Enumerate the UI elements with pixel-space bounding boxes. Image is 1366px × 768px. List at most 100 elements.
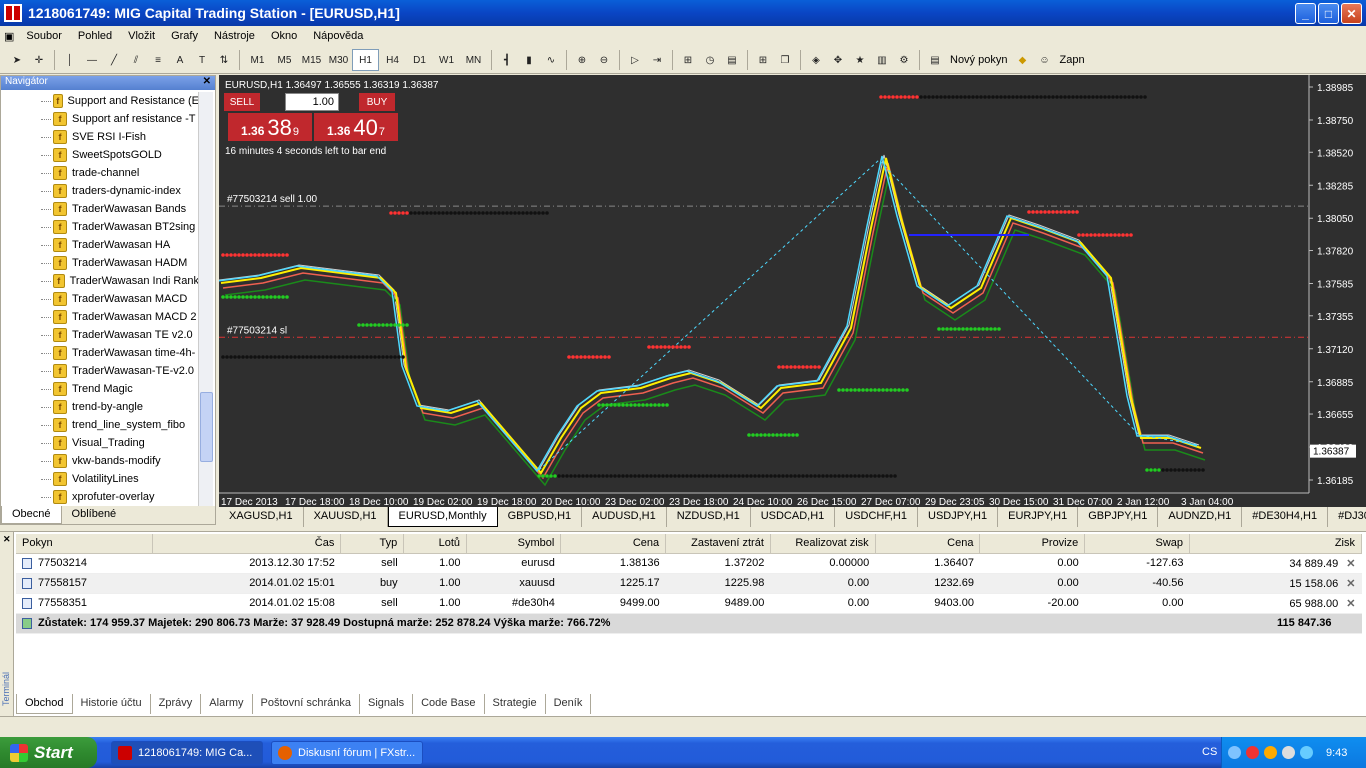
navigator-item[interactable]: f trend_line_system_fibo xyxy=(1,416,199,434)
horizontal-line-icon[interactable]: — xyxy=(81,49,103,71)
sell-button[interactable]: SELL xyxy=(224,93,260,111)
indicators-icon[interactable]: ⊞ xyxy=(677,49,699,71)
language-indicator[interactable]: CS xyxy=(1202,746,1217,758)
terminal-tab[interactable]: Deník xyxy=(546,694,592,714)
chart-tab[interactable]: XAGUSD,H1 xyxy=(219,507,304,527)
tray-network-icon[interactable] xyxy=(1282,746,1295,759)
chart-tab[interactable]: #DE30H4,H1 xyxy=(1242,507,1329,527)
navigator-item[interactable]: f Visual_Trading xyxy=(1,434,199,452)
tf-h4[interactable]: H4 xyxy=(379,49,406,71)
column-header[interactable]: Typ xyxy=(340,534,405,554)
data-window-icon[interactable]: ✥ xyxy=(827,49,849,71)
buy-button[interactable]: BUY xyxy=(359,93,395,111)
tray-volume-icon[interactable] xyxy=(1300,746,1313,759)
trendline-icon[interactable]: ╱ xyxy=(103,49,125,71)
terminal-tab[interactable]: Strategie xyxy=(485,694,546,714)
tf-m30[interactable]: M30 xyxy=(325,49,352,71)
start-button[interactable]: Start xyxy=(0,737,97,768)
navigator-item[interactable]: f TraderWawasan HA xyxy=(1,236,199,254)
column-header[interactable]: Cena xyxy=(875,534,981,554)
tf-m1[interactable]: M1 xyxy=(244,49,271,71)
menu-pohled[interactable]: Pohled xyxy=(70,30,120,42)
chart-tab[interactable]: USDCAD,H1 xyxy=(751,507,836,527)
menu-grafy[interactable]: Grafy xyxy=(163,30,206,42)
tf-w1[interactable]: W1 xyxy=(433,49,460,71)
autoscroll-icon[interactable]: ▷ xyxy=(624,49,646,71)
navigator-item[interactable]: f TraderWawasan Indi Rank xyxy=(1,272,199,290)
shapes-icon[interactable]: ⇅ xyxy=(213,49,235,71)
navigator-item[interactable]: f Support anf resistance -T xyxy=(1,110,199,128)
ask-price[interactable]: 1.36 40 7 xyxy=(314,113,398,141)
navigator-item[interactable]: f VolatilityLines xyxy=(1,470,199,488)
nav-tab-obecne[interactable]: Obecné xyxy=(1,506,62,524)
vertical-line-icon[interactable]: │ xyxy=(59,49,81,71)
close-button[interactable]: ✕ xyxy=(1341,3,1362,24)
zoom-in-icon[interactable]: ⊕ xyxy=(571,49,593,71)
terminal-tab[interactable]: Alarmy xyxy=(201,694,253,714)
tray-av-icon[interactable] xyxy=(1264,746,1277,759)
label-icon[interactable]: T xyxy=(191,49,213,71)
tf-h1[interactable]: H1 xyxy=(352,49,379,71)
terminal-close-icon[interactable]: ✕ xyxy=(3,534,11,545)
table-row[interactable]: 77558157 2014.01.02 15:01 buy 1.00 xauusd 122… xyxy=(16,573,1362,594)
maximize-button[interactable]: □ xyxy=(1318,3,1339,24)
column-header[interactable]: Swap xyxy=(1084,534,1191,554)
periods-icon[interactable]: ◷ xyxy=(699,49,721,71)
new-order-icon[interactable]: ▤ xyxy=(924,49,946,71)
chart-tab[interactable]: AUDNZD,H1 xyxy=(1158,507,1243,527)
tf-mn[interactable]: MN xyxy=(460,49,487,71)
navigator-item[interactable]: f Trend Magic xyxy=(1,380,199,398)
navigator-item[interactable]: f SVE RSI I-Fish xyxy=(1,128,199,146)
tester-icon[interactable]: ⚙ xyxy=(893,49,915,71)
table-row[interactable]: 77503214 2013.12.30 17:52 sell 1.00 eurusd 1.… xyxy=(16,553,1362,574)
navigator-close-icon[interactable]: ✕ xyxy=(203,76,211,87)
chart-shift-icon[interactable]: ⇥ xyxy=(646,49,668,71)
channel-icon[interactable]: ⫽ xyxy=(125,49,147,71)
new-chart-icon[interactable]: ⊞ xyxy=(752,49,774,71)
menu-soubor[interactable]: Soubor xyxy=(18,30,69,42)
bar-chart-icon[interactable]: ┫ xyxy=(496,49,518,71)
terminal-tab[interactable]: Poštovní schránka xyxy=(253,694,361,714)
profiles-icon[interactable]: ❐ xyxy=(774,49,796,71)
close-order-icon[interactable]: ✕ xyxy=(1346,578,1355,590)
tf-m15[interactable]: M15 xyxy=(298,49,325,71)
menu-vlozit[interactable]: Vložit xyxy=(120,30,163,42)
column-header[interactable]: Realizovat zisk xyxy=(770,534,876,554)
fibo-icon[interactable]: ≡ xyxy=(147,49,169,71)
navigator-item[interactable]: f SweetSpotsGOLD xyxy=(1,146,199,164)
column-header[interactable]: Provize xyxy=(979,534,1086,554)
doc-icon[interactable]: ▣ xyxy=(0,30,18,43)
warning-icon[interactable]: ◆ xyxy=(1011,49,1033,71)
chart-tab[interactable]: AUDUSD,H1 xyxy=(582,507,667,527)
bid-price[interactable]: 1.36 38 9 xyxy=(228,113,312,141)
candle-chart-icon[interactable]: ▮ xyxy=(518,49,540,71)
navigator-item[interactable]: f TraderWawasan BT2sing xyxy=(1,218,199,236)
chart-tab[interactable]: USDJPY,H1 xyxy=(918,507,999,527)
navigator-item[interactable]: f TraderWawasan TE v2.0 xyxy=(1,326,199,344)
templates-icon[interactable]: ▤ xyxy=(721,49,743,71)
navigator-item[interactable]: f TraderWawasan HADM xyxy=(1,254,199,272)
task-mig[interactable]: 1218061749: MIG Ca... xyxy=(111,740,263,765)
tf-m5[interactable]: M5 xyxy=(271,49,298,71)
menu-okno[interactable]: Okno xyxy=(263,30,305,42)
navigator-item[interactable]: f TraderWawasan time-4h- xyxy=(1,344,199,362)
lot-input[interactable]: 1.00 xyxy=(285,93,339,111)
terminal-icon[interactable]: ▥ xyxy=(871,49,893,71)
column-header[interactable]: Zastavení ztrát xyxy=(665,534,771,554)
menu-nastroje[interactable]: Nástroje xyxy=(206,30,263,42)
column-header[interactable]: Pokyn xyxy=(16,534,153,554)
close-order-icon[interactable]: ✕ xyxy=(1346,598,1355,610)
navigator-item[interactable]: f TraderWawasan-TE-v2.0 xyxy=(1,362,199,380)
navigator-item[interactable]: f trend-by-angle xyxy=(1,398,199,416)
market-watch-icon[interactable]: ◈ xyxy=(805,49,827,71)
task-firefox[interactable]: Diskusní fórum | FXstr... xyxy=(271,740,423,765)
navigator-item[interactable]: f Support and Resistance (E xyxy=(1,92,199,110)
terminal-tab[interactable]: Zprávy xyxy=(151,694,202,714)
column-header[interactable]: Cena xyxy=(560,534,667,554)
chart-tab[interactable]: NZDUSD,H1 xyxy=(667,507,751,527)
chart-tab[interactable]: #DJ30H4 xyxy=(1328,507,1366,527)
close-order-icon[interactable]: ✕ xyxy=(1346,558,1355,570)
table-row[interactable]: 77558351 2014.01.02 15:08 sell 1.00 #de30h4 9… xyxy=(16,593,1362,614)
navigator-item[interactable]: f TraderWawasan MACD 2 xyxy=(1,308,199,326)
chart-tab[interactable]: EURUSD,Monthly xyxy=(387,507,498,527)
